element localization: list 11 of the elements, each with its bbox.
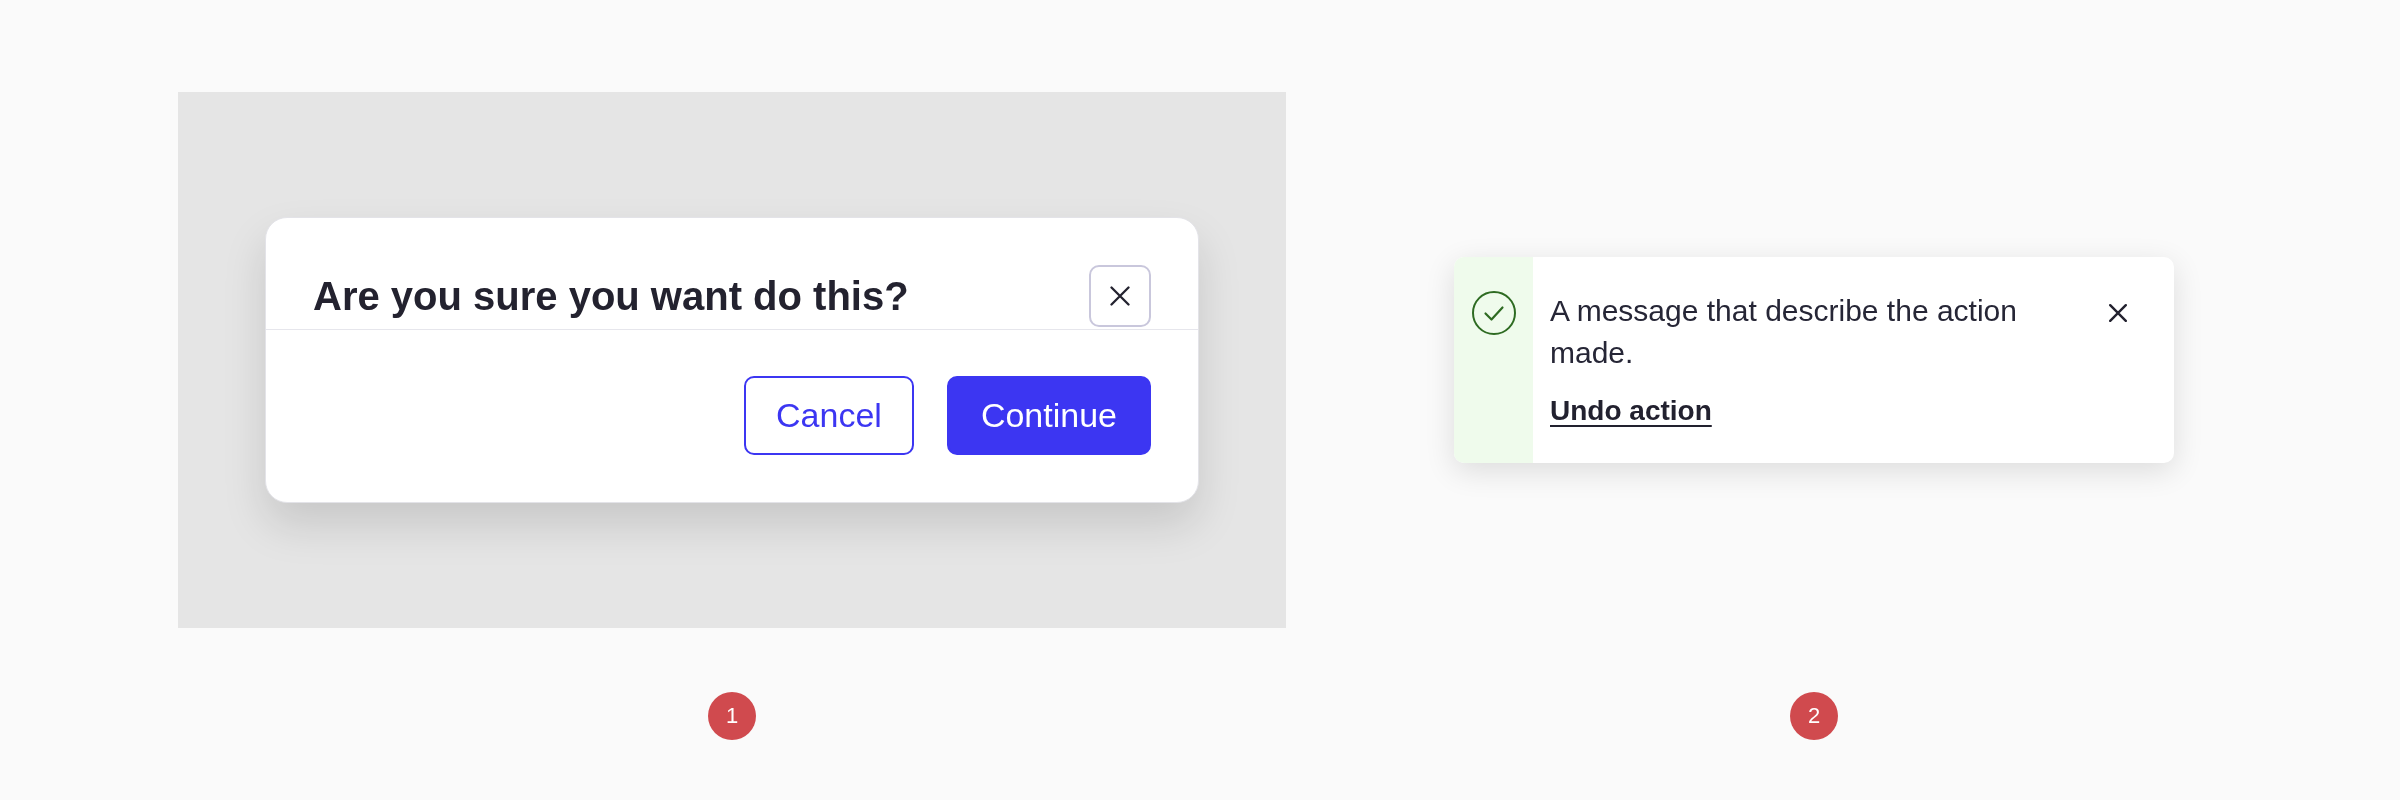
check-circle-icon xyxy=(1471,291,1516,335)
number-badge: 1 xyxy=(708,692,756,740)
secondary-button[interactable]: Cancel xyxy=(744,376,914,455)
close-icon xyxy=(1110,286,1130,306)
undo-link[interactable]: Undo action xyxy=(1550,393,1712,429)
number-badge: 2 xyxy=(1790,692,1838,740)
toast-message: A message that describe the action made. xyxy=(1550,293,2018,371)
primary-button[interactable]: Continue xyxy=(946,376,1151,455)
dialog-title: Are you sure you want do this? xyxy=(313,273,909,320)
close-button[interactable] xyxy=(1089,265,1151,327)
close-icon[interactable] xyxy=(2109,304,2127,322)
